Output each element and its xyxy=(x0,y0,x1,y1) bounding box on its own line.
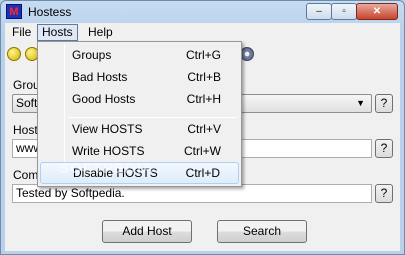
menu-item-shortcut: Ctrl+B xyxy=(187,70,221,84)
app-logo-icon: M xyxy=(6,4,22,19)
menu-item-view-hosts[interactable]: View HOSTS Ctrl+V xyxy=(40,118,239,140)
close-button[interactable]: ✕ xyxy=(356,3,398,20)
menu-item-label: Write HOSTS xyxy=(72,144,145,158)
group-label: Grou xyxy=(13,78,40,92)
menu-item-shortcut: Ctrl+H xyxy=(186,92,221,106)
maximize-button[interactable]: ▫ xyxy=(331,3,357,20)
host-label: Host xyxy=(13,123,38,137)
menu-bar: File Hosts Help xyxy=(5,23,400,42)
host-help-button[interactable]: ? xyxy=(375,139,393,158)
chevron-down-icon: ▼ xyxy=(356,98,365,108)
window-title: Hostess xyxy=(28,5,72,19)
menu-help[interactable]: Help xyxy=(83,24,118,41)
menu-item-label: View HOSTS xyxy=(72,122,143,136)
menu-item-groups[interactable]: Groups Ctrl+G xyxy=(40,44,239,66)
menu-item-bad-hosts[interactable]: Bad Hosts Ctrl+B xyxy=(40,66,239,88)
gear-icon[interactable] xyxy=(240,47,254,61)
search-button[interactable]: Search xyxy=(217,220,307,243)
menu-item-shortcut: Ctrl+G xyxy=(185,48,221,62)
group-select-value: Soft xyxy=(16,96,38,110)
title-bar[interactable]: M Hostess – ▫ ✕ xyxy=(1,1,404,23)
comment-help-button[interactable]: ? xyxy=(375,184,393,203)
menu-hosts[interactable]: Hosts xyxy=(37,24,78,41)
smiley-icon[interactable] xyxy=(7,47,21,61)
watermark: SOFTPEDIA xyxy=(59,160,154,177)
menu-item-label: Good Hosts xyxy=(72,92,136,106)
minimize-button[interactable]: – xyxy=(306,3,332,20)
menu-item-label: Bad Hosts xyxy=(72,70,128,84)
menu-item-shortcut: Ctrl+D xyxy=(185,166,220,180)
menu-file[interactable]: File xyxy=(7,24,36,41)
group-help-button[interactable]: ? xyxy=(375,94,393,113)
menu-item-shortcut: Ctrl+V xyxy=(187,122,221,136)
menu-item-write-hosts[interactable]: Write HOSTS Ctrl+W xyxy=(40,140,239,162)
menu-item-shortcut: Ctrl+W xyxy=(184,144,221,158)
app-window: M Hostess – ▫ ✕ File Hosts Help Grou Sof… xyxy=(0,0,405,255)
menu-item-label: Groups xyxy=(72,48,112,62)
menu-item-good-hosts[interactable]: Good Hosts Ctrl+H xyxy=(40,88,239,110)
add-host-button[interactable]: Add Host xyxy=(102,220,192,243)
